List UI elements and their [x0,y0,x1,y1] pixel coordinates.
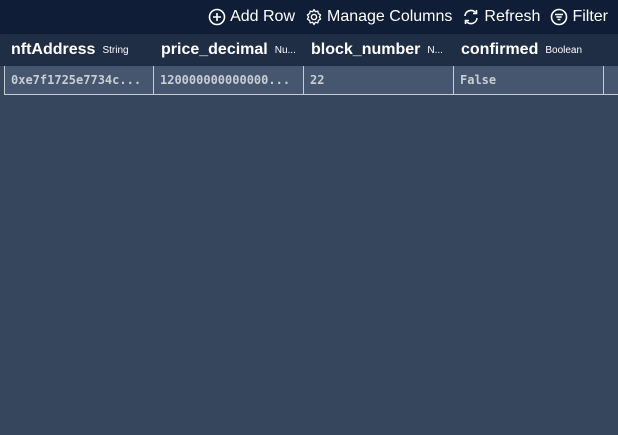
column-type: Boolean [545,44,583,56]
column-header-confirmed[interactable]: confirmed Boolean [450,34,600,66]
manage-columns-label: Manage Columns [327,8,453,25]
table-row[interactable]: 0xe7f1725e7734c... 120000000000000... 22… [4,66,618,95]
plus-circle-icon [208,8,226,26]
table-header: nftAddress String price_decimal Nu... bl… [0,34,618,66]
manage-columns-button[interactable]: Manage Columns [305,8,452,26]
toolbar: Add Row Manage Columns Refresh Filter [0,0,618,34]
column-header-price-decimal[interactable]: price_decimal Nu... [150,34,300,66]
column-type: String [102,44,129,56]
column-type: N... [427,44,443,56]
refresh-button[interactable]: Refresh [462,8,540,26]
column-name: block_number [311,41,421,58]
cell-value: 120000000000000... [160,73,291,87]
refresh-icon [462,8,480,26]
filter-icon [550,8,568,26]
cell-value: 0xe7f1725e7734c... [11,73,142,87]
cell-value: False [460,73,497,87]
column-name: price_decimal [161,41,268,58]
add-row-button[interactable]: Add Row [208,8,295,26]
table-cell-nftaddress[interactable]: 0xe7f1725e7734c... [4,66,154,94]
table-cell-price-decimal[interactable]: 120000000000000... [154,66,304,94]
column-name: nftAddress [11,41,96,58]
column-type: Nu... [274,44,296,56]
refresh-label: Refresh [484,8,541,25]
column-name: confirmed [461,41,539,58]
filter-label: Filter [572,8,608,25]
add-row-label: Add Row [230,8,295,25]
gear-icon [305,8,323,26]
table-cell-confirmed[interactable]: False [454,66,604,94]
column-header-nftaddress[interactable]: nftAddress String [0,34,150,66]
column-header-block-number[interactable]: block_number N... [300,34,450,66]
table-cell-block-number[interactable]: 22 [304,66,454,94]
filter-button[interactable]: Filter [550,8,608,26]
cell-value: 22 [310,73,325,87]
